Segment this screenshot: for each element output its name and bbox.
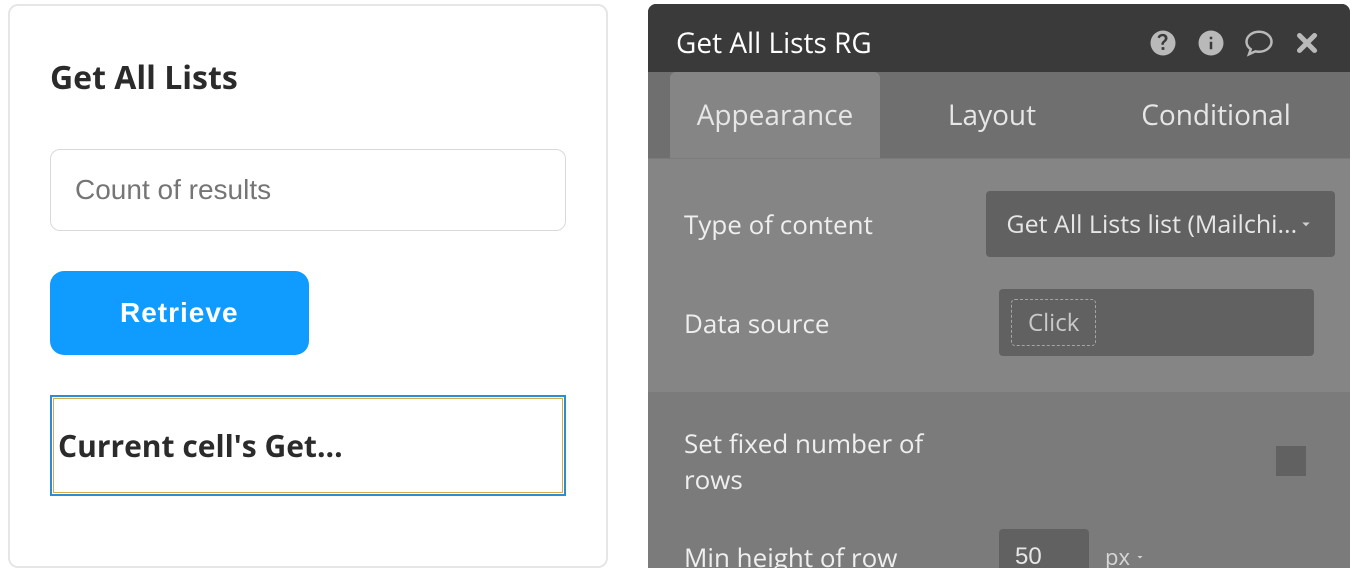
tab-appearance[interactable]: Appearance (670, 72, 880, 158)
help-icon[interactable] (1148, 28, 1178, 58)
retrieve-button[interactable]: Retrieve (50, 271, 309, 355)
chevron-down-icon (1297, 208, 1315, 241)
dropdown-type-of-content[interactable]: Get All Lists list (Mailchi... (986, 191, 1335, 257)
panel-header: Get All Lists RG (648, 4, 1350, 72)
comment-icon[interactable] (1244, 28, 1274, 58)
count-of-results-input[interactable] (50, 149, 566, 231)
preview-card: Get All Lists Retrieve Current cell's Ge… (8, 4, 608, 568)
panel-header-icons (1148, 28, 1322, 58)
label-data-source: Data source (684, 305, 986, 341)
tab-conditional[interactable]: Conditional (1104, 72, 1328, 158)
info-icon[interactable] (1196, 28, 1226, 58)
label-fixed-rows: Set fixed number of rows (684, 425, 986, 497)
unit-label: px (1105, 542, 1130, 568)
min-height-input[interactable] (999, 529, 1089, 568)
repeating-group-cell[interactable]: Current cell's Get... (50, 395, 566, 496)
close-icon[interactable] (1292, 28, 1322, 58)
label-min-height: Min height of row (684, 539, 986, 568)
dropdown-value: Get All Lists list (Mailchi... (1006, 207, 1297, 241)
panel-title: Get All Lists RG (676, 24, 872, 62)
row-fixed-rows: Set fixed number of rows (684, 425, 1314, 497)
section-content: Type of content Get All Lists list (Mail… (648, 158, 1350, 392)
min-height-control: px (999, 529, 1314, 568)
row-data-source: Data source Click (684, 289, 1314, 356)
panel-tabs: Appearance Layout Conditional (648, 72, 1350, 158)
row-type-of-content: Type of content Get All Lists list (Mail… (684, 191, 1314, 257)
section-rows: Set fixed number of rows Min height of r… (648, 392, 1350, 568)
row-min-height: Min height of row px (684, 529, 1314, 568)
tab-layout[interactable]: Layout (880, 72, 1104, 158)
chevron-down-icon (1134, 551, 1146, 563)
card-title: Get All Lists (50, 56, 566, 99)
checkbox-fixed-rows[interactable] (1276, 446, 1306, 476)
data-source-click[interactable]: Click (1011, 299, 1096, 346)
data-source-field[interactable]: Click (999, 289, 1314, 356)
unit-dropdown[interactable]: px (1105, 542, 1146, 568)
label-type-of-content: Type of content (684, 206, 986, 242)
property-panel: Get All Lists RG Appearance Layout Condi… (648, 4, 1350, 568)
